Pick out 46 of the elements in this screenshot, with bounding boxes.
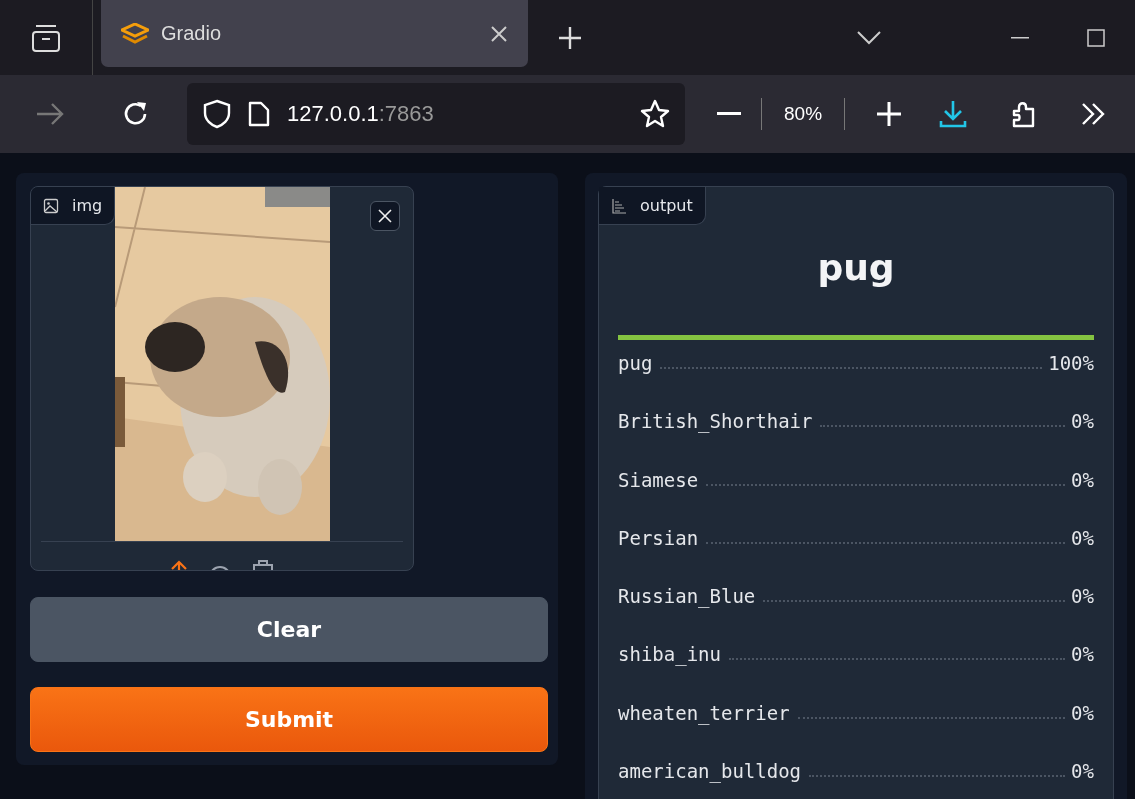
address-bar[interactable]: 127.0.0.1:7863 — [187, 83, 685, 145]
image-icon — [43, 197, 59, 214]
browser-tab[interactable]: Gradio — [101, 0, 528, 67]
clear-button[interactable]: Clear — [30, 597, 548, 662]
predicted-label: pug — [816, 247, 896, 290]
class-name: British_Shorthair — [618, 410, 813, 433]
close-icon[interactable] — [490, 24, 508, 43]
confidence-value: 0% — [1071, 410, 1094, 433]
label-text: output — [640, 196, 693, 215]
minimize-icon[interactable] — [1011, 36, 1029, 39]
forward-icon[interactable] — [35, 102, 65, 126]
class-name: shiba_inu — [618, 643, 721, 666]
image-upload[interactable]: img — [30, 186, 414, 571]
url-text: 127.0.0.1:7863 — [287, 101, 434, 127]
close-icon — [378, 209, 392, 223]
maximize-icon[interactable] — [1087, 28, 1105, 47]
class-name: Siamese — [618, 468, 699, 491]
confidence-value: 0% — [1071, 760, 1094, 783]
confidence-value: 0% — [1071, 468, 1094, 491]
class-name: wheaten_terrier — [618, 701, 790, 724]
tab-groups-icon[interactable] — [30, 22, 62, 53]
remove-image-button[interactable] — [370, 201, 400, 231]
label-text: img — [72, 196, 103, 215]
confidence-value: 100% — [1048, 352, 1094, 374]
confidence-value: 0% — [1071, 585, 1094, 608]
class-name: pug — [618, 352, 653, 374]
class-name: american_bulldog — [618, 760, 802, 783]
tab-title: Gradio — [161, 22, 223, 45]
zoom-in-icon[interactable] — [877, 102, 902, 126]
confidence-value: 0% — [1071, 526, 1094, 549]
zoom-out-icon[interactable] — [717, 112, 741, 116]
class-name: Russian_Blue — [618, 585, 756, 608]
confidence-value: 0% — [1071, 643, 1094, 666]
star-icon[interactable] — [639, 98, 671, 130]
page-icon — [247, 100, 271, 128]
zoom-level[interactable]: 80% — [784, 103, 823, 125]
bar-chart-icon — [611, 197, 627, 214]
logo-icon — [121, 22, 149, 45]
puzzle-icon[interactable] — [1011, 99, 1037, 129]
class-name: Persian — [618, 526, 699, 549]
chevron-double-right-icon[interactable] — [1081, 102, 1107, 126]
shield-icon[interactable] — [203, 99, 231, 129]
confidence-value: 0% — [1071, 701, 1094, 724]
new-tab-icon[interactable] — [558, 25, 582, 50]
chevron-down-icon[interactable] — [857, 30, 881, 45]
download-icon[interactable] — [939, 99, 967, 129]
